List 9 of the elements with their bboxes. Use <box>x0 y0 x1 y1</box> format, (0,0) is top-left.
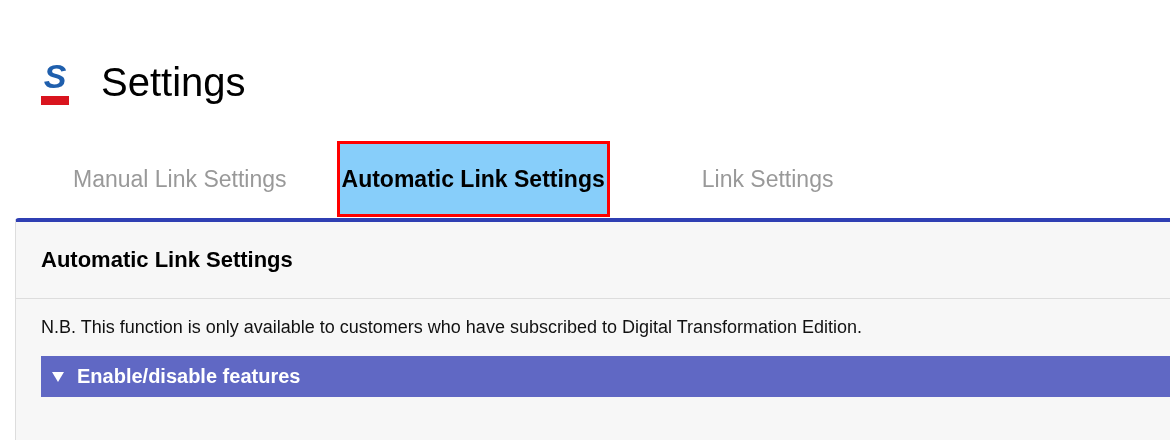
tab[interactable]: Manual Link Settings <box>53 144 307 214</box>
panel-title: Automatic Link Settings <box>41 247 293 273</box>
note-text: N.B. This function is only available to customers who have subscribed to Digital Transformation Edition. <box>41 317 864 338</box>
logo: S <box>41 59 69 105</box>
tab[interactable]: Automatic Link Settings <box>336 141 610 217</box>
page-title: Settings <box>101 59 246 105</box>
caret-down-icon <box>51 370 65 383</box>
tab[interactable]: Link Settings <box>681 144 854 214</box>
section-header[interactable]: Enable/disable features <box>41 356 1170 397</box>
